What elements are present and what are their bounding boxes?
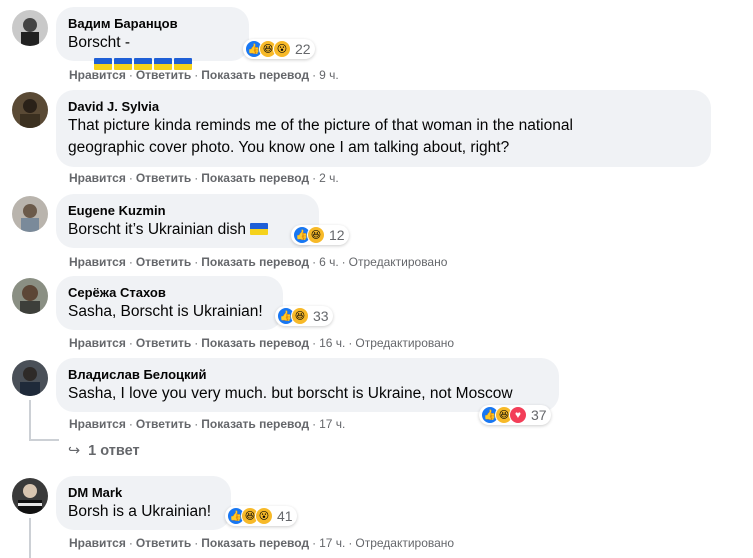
- comment-actions: Нравится · Ответить · Показать перевод · 9 ч.: [69, 68, 339, 82]
- like-link[interactable]: Нравится: [69, 336, 126, 350]
- comment-text: That picture kinda reminds me of the pic…: [68, 117, 573, 156]
- thread-line: [29, 518, 31, 558]
- edited-label[interactable]: Отредактировано: [355, 336, 454, 350]
- reactions-summary[interactable]: 👍 😆 😮 41: [225, 506, 297, 526]
- comment-actions: Нравится · Ответить · Показать перевод · 2 ч.: [69, 171, 339, 185]
- comment-author[interactable]: David J. Sylvia: [68, 98, 699, 115]
- reactions-summary[interactable]: 👍 😆 33: [275, 306, 333, 326]
- reaction-count: 37: [531, 407, 547, 423]
- translate-link[interactable]: Показать перевод: [201, 171, 309, 185]
- comment-bubble: Владислав Белоцкий Sasha, I love you ver…: [56, 358, 559, 412]
- translate-link[interactable]: Показать перевод: [201, 336, 309, 350]
- reactions-summary[interactable]: 👍 😆 12: [291, 225, 349, 245]
- view-replies-link[interactable]: ↪ 1 ответ: [68, 443, 140, 459]
- ukraine-flag-icon: [250, 223, 269, 235]
- reply-link[interactable]: Ответить: [136, 417, 191, 431]
- comment-author[interactable]: Eugene Kuzmin: [68, 202, 307, 219]
- like-link[interactable]: Нравится: [69, 536, 126, 550]
- reaction-count: 41: [277, 508, 293, 524]
- reply-arrow-icon: ↪: [68, 443, 81, 459]
- translate-link[interactable]: Показать перевод: [201, 536, 309, 550]
- timestamp[interactable]: 9 ч.: [319, 68, 339, 82]
- comment-bubble: DM Mark Borsh is a Ukrainian!: [56, 476, 231, 530]
- reply-link[interactable]: Ответить: [136, 68, 191, 82]
- comment-text: Sasha, Borscht is Ukrainian!: [68, 303, 263, 320]
- comment-actions: Нравится · Ответить · Показать перевод · 17 ч.…: [69, 536, 455, 550]
- like-link[interactable]: Нравится: [69, 255, 126, 269]
- avatar[interactable]: [12, 10, 48, 46]
- reply-link[interactable]: Ответить: [136, 255, 191, 269]
- translate-link[interactable]: Показать перевод: [201, 417, 309, 431]
- comment-author[interactable]: DM Mark: [68, 484, 219, 501]
- edited-label[interactable]: Отредактировано: [349, 255, 448, 269]
- timestamp[interactable]: 16 ч.: [319, 336, 345, 350]
- wow-icon: 😮: [273, 40, 291, 58]
- translate-link[interactable]: Показать перевод: [201, 68, 309, 82]
- comment-text: Sasha, I love you very much. but borscht…: [68, 385, 513, 402]
- reaction-count: 33: [313, 308, 329, 324]
- comment-author[interactable]: Вадим Баранцов: [68, 15, 237, 32]
- edited-label[interactable]: Отредактировано: [355, 536, 454, 550]
- love-icon: ♥: [509, 406, 527, 424]
- comment-actions: Нравится · Ответить · Показать перевод · 16 ч.…: [69, 336, 455, 350]
- timestamp[interactable]: 2 ч.: [319, 171, 339, 185]
- reply-link[interactable]: Ответить: [136, 171, 191, 185]
- timestamp[interactable]: 17 ч.: [319, 417, 345, 431]
- avatar[interactable]: [12, 196, 48, 232]
- comment-bubble: David J. Sylvia That picture kinda remin…: [56, 90, 711, 167]
- comment-bubble: Eugene Kuzmin Borscht it’s Ukrainian dis…: [56, 194, 319, 248]
- reply-link[interactable]: Ответить: [136, 536, 191, 550]
- comment-bubble: Вадим Баранцов Borscht -: [56, 7, 249, 70]
- reply-link[interactable]: Ответить: [136, 336, 191, 350]
- reaction-count: 12: [329, 227, 345, 243]
- reactions-summary[interactable]: 👍 😆 ♥ 37: [479, 405, 551, 425]
- comment-author[interactable]: Владислав Белоцкий: [68, 366, 547, 383]
- comment-actions: Нравится · Ответить · Показать перевод · 6 ч. ·…: [69, 255, 448, 269]
- avatar[interactable]: [12, 478, 48, 514]
- avatar[interactable]: [12, 92, 48, 128]
- wow-icon: 😮: [255, 507, 273, 525]
- reactions-summary[interactable]: 👍 😆 😮 22: [243, 39, 315, 59]
- avatar[interactable]: [12, 360, 48, 396]
- like-link[interactable]: Нравится: [69, 417, 126, 431]
- thread-line: [29, 439, 59, 441]
- timestamp[interactable]: 6 ч.: [319, 255, 339, 269]
- comment-actions: Нравится · Ответить · Показать перевод · 17 ч.: [69, 417, 346, 431]
- comment-author[interactable]: Серёжа Стахов: [68, 284, 271, 301]
- like-link[interactable]: Нравится: [69, 171, 126, 185]
- comment-text: Borsh is a Ukrainian!: [68, 503, 212, 520]
- comment-bubble: Серёжа Стахов Sasha, Borscht is Ukrainia…: [56, 276, 283, 330]
- translate-link[interactable]: Показать перевод: [201, 255, 309, 269]
- haha-icon: 😆: [307, 226, 325, 244]
- reaction-count: 22: [295, 41, 311, 57]
- timestamp[interactable]: 17 ч.: [319, 536, 345, 550]
- thread-line: [29, 400, 31, 440]
- like-link[interactable]: Нравится: [69, 68, 126, 82]
- comment-text: Borscht it’s Ukrainian dish: [68, 219, 307, 241]
- avatar[interactable]: [12, 278, 48, 314]
- haha-icon: 😆: [291, 307, 309, 325]
